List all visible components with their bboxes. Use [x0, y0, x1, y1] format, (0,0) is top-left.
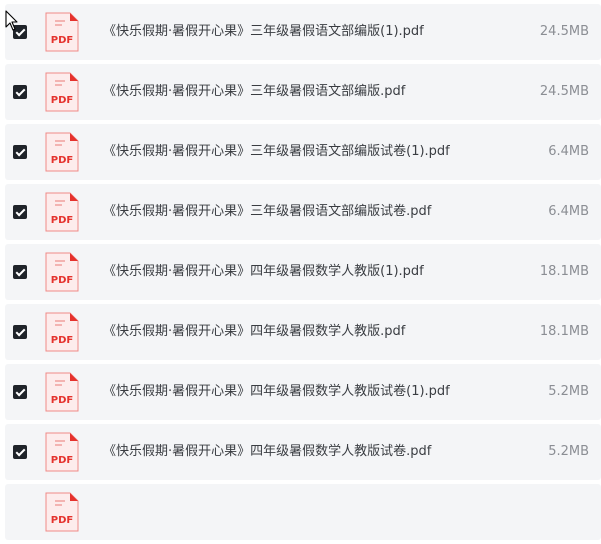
file-name: 《快乐假期·暑假开心果》四年级暑假数学人教版试卷.pdf [103, 444, 432, 459]
file-size: 24.5MB [539, 84, 589, 99]
checkbox[interactable] [13, 385, 27, 399]
list-item[interactable]: PDF 《快乐假期·暑假开心果》四年级暑假数学人教版试卷(1).pdf 5.2M… [5, 364, 601, 420]
pdf-label: PDF [51, 35, 73, 46]
list-item[interactable]: PDF 《快乐假期·暑假开心果》四年级暑假数学人教版(1).pdf 18.1MB [5, 244, 601, 300]
checkbox[interactable] [13, 145, 27, 159]
list-item[interactable]: PDF 《快乐假期·暑假开心果》三年级暑假语文部编版试卷.pdf 6.4MB [5, 184, 601, 240]
pdf-file-icon: PDF [45, 72, 79, 112]
list-item[interactable]: PDF [5, 484, 601, 540]
list-item[interactable]: PDF 《快乐假期·暑假开心果》三年级暑假语文部编版.pdf 24.5MB [5, 64, 601, 120]
checkbox[interactable] [13, 265, 27, 279]
pdf-label: PDF [51, 335, 73, 346]
file-size: 5.2MB [548, 444, 589, 459]
file-size: 5.2MB [548, 384, 589, 399]
pdf-label: PDF [51, 395, 73, 406]
pdf-file-icon: PDF [45, 132, 79, 172]
pdf-file-icon: PDF [45, 312, 79, 352]
list-item[interactable]: PDF 《快乐假期·暑假开心果》四年级暑假数学人教版.pdf 18.1MB [5, 304, 601, 360]
pdf-file-icon: PDF [45, 192, 79, 232]
list-item[interactable]: PDF 《快乐假期·暑假开心果》四年级暑假数学人教版试卷.pdf 5.2MB [5, 424, 601, 480]
checkbox[interactable] [13, 325, 27, 339]
pdf-file-icon: PDF [45, 432, 79, 472]
pdf-label: PDF [51, 275, 73, 286]
pdf-file-icon: PDF [45, 252, 79, 292]
checkbox[interactable] [13, 85, 27, 99]
checkbox[interactable] [13, 25, 27, 39]
file-size: 6.4MB [548, 204, 589, 219]
file-size: 18.1MB [539, 324, 589, 339]
pdf-label: PDF [51, 155, 73, 166]
checkbox[interactable] [13, 205, 27, 219]
file-name: 《快乐假期·暑假开心果》四年级暑假数学人教版试卷(1).pdf [103, 384, 450, 399]
file-size: 6.4MB [548, 144, 589, 159]
file-name: 《快乐假期·暑假开心果》三年级暑假语文部编版.pdf [103, 84, 406, 99]
pdf-file-icon: PDF [45, 12, 79, 52]
file-name: 《快乐假期·暑假开心果》三年级暑假语文部编版(1).pdf [103, 24, 424, 39]
file-list: PDF 《快乐假期·暑假开心果》三年级暑假语文部编版(1).pdf 24.5MB… [5, 4, 601, 544]
file-size: 18.1MB [539, 264, 589, 279]
file-name: 《快乐假期·暑假开心果》三年级暑假语文部编版试卷(1).pdf [103, 144, 450, 159]
pdf-label: PDF [51, 215, 73, 226]
pdf-label: PDF [51, 95, 73, 106]
list-item[interactable]: PDF 《快乐假期·暑假开心果》三年级暑假语文部编版(1).pdf 24.5MB [5, 4, 601, 60]
file-name: 《快乐假期·暑假开心果》四年级暑假数学人教版(1).pdf [103, 264, 424, 279]
file-size: 24.5MB [539, 24, 589, 39]
file-name: 《快乐假期·暑假开心果》四年级暑假数学人教版.pdf [103, 324, 406, 339]
checkbox[interactable] [13, 445, 27, 459]
pdf-label: PDF [51, 455, 73, 466]
pdf-file-icon: PDF [45, 372, 79, 412]
list-item[interactable]: PDF 《快乐假期·暑假开心果》三年级暑假语文部编版试卷(1).pdf 6.4M… [5, 124, 601, 180]
pdf-label: PDF [51, 515, 73, 526]
file-name: 《快乐假期·暑假开心果》三年级暑假语文部编版试卷.pdf [103, 204, 432, 219]
pdf-file-icon: PDF [45, 492, 79, 532]
